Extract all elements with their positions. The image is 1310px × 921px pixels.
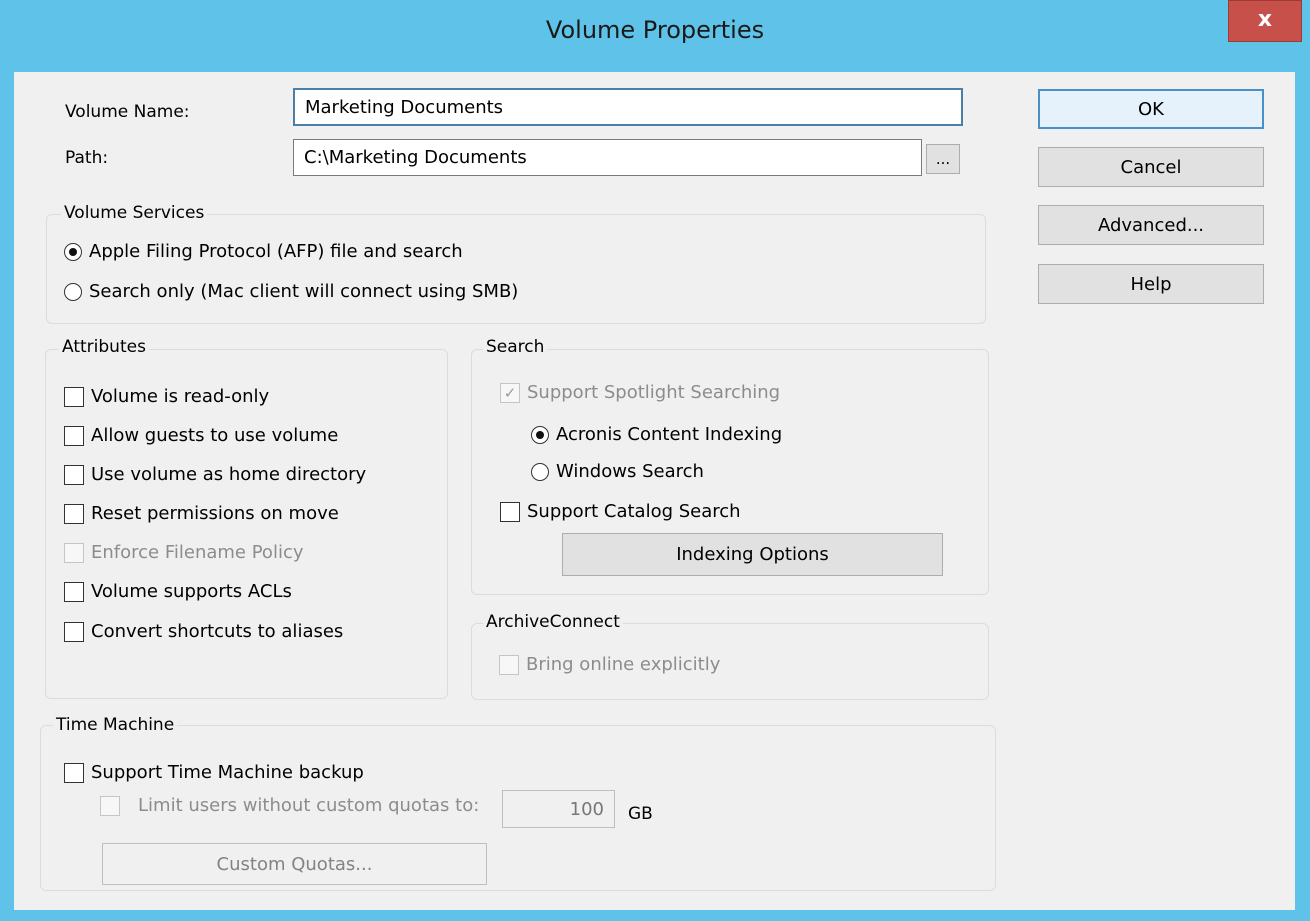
attr-home-directory-checkbox[interactable] — [64, 464, 84, 485]
catalog-search-option[interactable]: Support Catalog Search — [500, 501, 741, 522]
spotlight-checkbox: ✓ — [500, 382, 520, 403]
catalog-search-label: Support Catalog Search — [527, 501, 741, 522]
afp-radio[interactable] — [64, 242, 82, 261]
search-only-radio-option[interactable]: Search only (Mac client will connect usi… — [64, 281, 518, 302]
limit-users-option: Limit users without custom quotas to: — [100, 795, 479, 816]
volume-services-title: Volume Services — [61, 203, 208, 223]
indexing-options-button[interactable]: Indexing Options — [562, 533, 943, 576]
volume-properties-dialog: Volume Properties x Volume Name: Marketi… — [0, 0, 1310, 921]
volume-services-group — [46, 214, 986, 324]
acronis-radio-label: Acronis Content Indexing — [556, 424, 783, 445]
search-only-radio-label: Search only (Mac client will connect usi… — [89, 281, 519, 302]
windows-search-radio[interactable] — [531, 462, 549, 481]
attr-allow-guests-label: Allow guests to use volume — [91, 425, 339, 446]
attr-read-only[interactable]: Volume is read-only — [64, 386, 269, 407]
attr-enforce-filename-policy-checkbox — [64, 542, 84, 563]
bring-online-option: Bring online explicitly — [499, 654, 720, 675]
windows-search-radio-option[interactable]: Windows Search — [531, 461, 704, 482]
dialog-body: Volume Name: Marketing Documents Path: C… — [14, 72, 1295, 910]
help-button[interactable]: Help — [1038, 264, 1264, 304]
support-time-machine-label: Support Time Machine backup — [91, 762, 364, 783]
quota-input: 100 — [502, 790, 615, 828]
volume-name-input[interactable]: Marketing Documents — [293, 88, 963, 126]
ok-button[interactable]: OK — [1038, 89, 1264, 129]
attr-supports-acls[interactable]: Volume supports ACLs — [64, 581, 292, 602]
support-time-machine-option[interactable]: Support Time Machine backup — [64, 762, 364, 783]
limit-users-label: Limit users without custom quotas to: — [138, 795, 480, 816]
attr-reset-permissions-label: Reset permissions on move — [91, 503, 339, 524]
browse-button[interactable]: ... — [926, 144, 960, 174]
limit-users-checkbox — [100, 795, 120, 816]
custom-quotas-button: Custom Quotas... — [102, 843, 487, 885]
spotlight-label: Support Spotlight Searching — [527, 382, 781, 403]
attr-read-only-checkbox[interactable] — [64, 386, 84, 407]
catalog-search-checkbox[interactable] — [500, 501, 520, 522]
attr-home-directory-label: Use volume as home directory — [91, 464, 367, 485]
afp-radio-option[interactable]: Apple Filing Protocol (AFP) file and sea… — [64, 241, 463, 262]
attr-allow-guests[interactable]: Allow guests to use volume — [64, 425, 338, 446]
search-only-radio[interactable] — [64, 282, 82, 301]
path-input[interactable]: C:\Marketing Documents — [293, 139, 922, 176]
attr-allow-guests-checkbox[interactable] — [64, 425, 84, 446]
attr-supports-acls-checkbox[interactable] — [64, 581, 84, 602]
acronis-radio[interactable] — [531, 425, 549, 444]
dialog-title: Volume Properties — [545, 16, 765, 44]
attr-read-only-label: Volume is read-only — [91, 386, 270, 407]
bring-online-checkbox — [499, 654, 519, 675]
title-bar: Volume Properties x — [0, 0, 1310, 72]
volume-name-label: Volume Name: — [65, 102, 190, 122]
cancel-button[interactable]: Cancel — [1038, 147, 1264, 187]
attr-home-directory[interactable]: Use volume as home directory — [64, 464, 366, 485]
quota-unit-label: GB — [628, 804, 653, 824]
attr-convert-shortcuts-label: Convert shortcuts to aliases — [91, 621, 344, 642]
support-time-machine-checkbox[interactable] — [64, 762, 84, 783]
attributes-title: Attributes — [59, 337, 149, 357]
attr-reset-permissions[interactable]: Reset permissions on move — [64, 503, 339, 524]
advanced-button[interactable]: Advanced... — [1038, 205, 1264, 245]
afp-radio-label: Apple Filing Protocol (AFP) file and sea… — [89, 241, 463, 262]
attr-enforce-filename-policy: Enforce Filename Policy — [64, 542, 304, 563]
path-label: Path: — [65, 148, 109, 168]
attr-convert-shortcuts-checkbox[interactable] — [64, 621, 84, 642]
attr-convert-shortcuts[interactable]: Convert shortcuts to aliases — [64, 621, 343, 642]
archive-connect-title: ArchiveConnect — [483, 612, 623, 632]
attr-supports-acls-label: Volume supports ACLs — [91, 581, 292, 602]
close-button[interactable]: x — [1228, 0, 1302, 42]
attr-enforce-filename-policy-label: Enforce Filename Policy — [91, 542, 304, 563]
attr-reset-permissions-checkbox[interactable] — [64, 503, 84, 524]
search-title: Search — [483, 337, 548, 357]
time-machine-title: Time Machine — [53, 715, 178, 735]
windows-search-radio-label: Windows Search — [556, 461, 704, 482]
spotlight-option: ✓ Support Spotlight Searching — [500, 382, 780, 403]
bring-online-label: Bring online explicitly — [526, 654, 721, 675]
acronis-radio-option[interactable]: Acronis Content Indexing — [531, 424, 782, 445]
